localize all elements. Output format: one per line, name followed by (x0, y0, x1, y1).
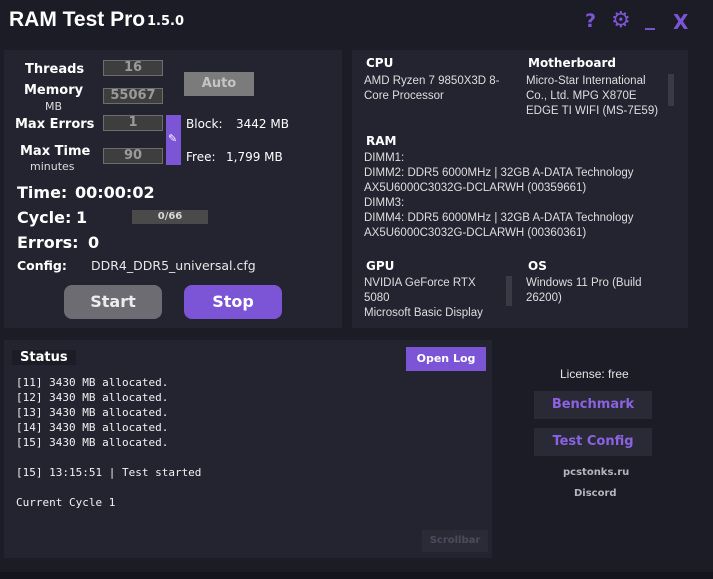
minimize-icon[interactable]: _ (645, 6, 655, 30)
threads-input[interactable] (103, 60, 163, 76)
app-title: RAM Test Pro (9, 8, 146, 31)
cycle-progress-bar: 0/66 (132, 210, 208, 224)
max-errors-input[interactable] (103, 115, 163, 131)
open-log-button[interactable]: Open Log (406, 347, 486, 371)
edit-pencil-button[interactable]: ✎ (166, 115, 181, 165)
test-config-button[interactable]: Test Config (534, 428, 652, 456)
settings-panel: Threads Memory MB Auto Max Errors Max Ti… (4, 50, 342, 328)
pencil-icon: ✎ (168, 132, 178, 145)
motherboard-scrollbar[interactable] (668, 74, 674, 106)
config-label: Config: (17, 258, 67, 273)
max-time-input[interactable] (103, 148, 163, 164)
benchmark-button[interactable]: Benchmark (534, 391, 652, 419)
status-panel: Status Open Log [11] 3430 MB allocated. … (4, 340, 492, 558)
ram-heading: RAM (366, 134, 397, 148)
block-value: 3442 MB (236, 117, 289, 131)
cpu-heading: CPU (366, 56, 394, 70)
hardware-panel: CPU AMD Ryzen 7 9850X3D 8- Core Processo… (352, 50, 688, 328)
website-link[interactable]: pcstonks.ru (563, 467, 629, 478)
block-label: Block: (186, 117, 223, 131)
log-scrollbar[interactable]: Scrollbar (422, 530, 488, 552)
time-label: Time: (17, 183, 68, 202)
status-log: [11] 3430 MB allocated. [12] 3430 MB all… (16, 376, 202, 509)
cycle-value: 1 (76, 208, 88, 227)
bottom-edge (0, 572, 713, 579)
max-time-label: Max Time (20, 144, 91, 159)
gpu-info: NVIDIA GeForce RTX 5080 Microsoft Basic … (364, 277, 483, 319)
max-time-unit-label: minutes (30, 160, 75, 173)
license-text: License: free (560, 367, 629, 381)
motherboard-heading: Motherboard (528, 56, 616, 70)
errors-label: Errors: (17, 233, 79, 252)
app-version: 1.5.0 (147, 14, 185, 29)
os-info: Windows 11 Pro (Build 26200) (526, 277, 642, 304)
os-heading: OS (528, 259, 547, 273)
auto-button[interactable]: Auto (184, 72, 254, 96)
status-title: Status (12, 350, 76, 365)
free-value: 1,799 MB (226, 150, 283, 164)
free-label: Free: (186, 150, 216, 164)
cycle-progress-text: 0/66 (157, 211, 183, 222)
ram-info: DIMM1: DIMM2: DDR5 6000MHz | 32GB A-DATA… (364, 152, 634, 239)
max-errors-label: Max Errors (15, 117, 95, 132)
stop-button[interactable]: Stop (184, 285, 282, 319)
start-button[interactable]: Start (64, 285, 162, 319)
errors-value: 0 (88, 233, 100, 252)
memory-input[interactable] (103, 88, 163, 104)
memory-label: Memory (24, 83, 84, 98)
cycle-label: Cycle: (17, 208, 72, 227)
gpu-heading: GPU (366, 259, 395, 273)
motherboard-info: Micro-Star International Co., Ltd. MPG X… (526, 75, 659, 117)
help-icon[interactable]: ? (585, 10, 596, 32)
close-icon[interactable]: X (673, 10, 688, 34)
threads-label: Threads (25, 62, 85, 77)
cpu-info: AMD Ryzen 7 9850X3D 8- Core Processor (364, 75, 500, 102)
config-value: DDR4_DDR5_universal.cfg (91, 258, 256, 273)
gpu-scrollbar[interactable] (506, 276, 512, 306)
discord-link[interactable]: Discord (574, 488, 617, 499)
settings-gear-icon[interactable]: ⚙ (611, 8, 631, 33)
memory-unit-label: MB (45, 100, 63, 113)
time-value: 00:00:02 (75, 183, 155, 202)
